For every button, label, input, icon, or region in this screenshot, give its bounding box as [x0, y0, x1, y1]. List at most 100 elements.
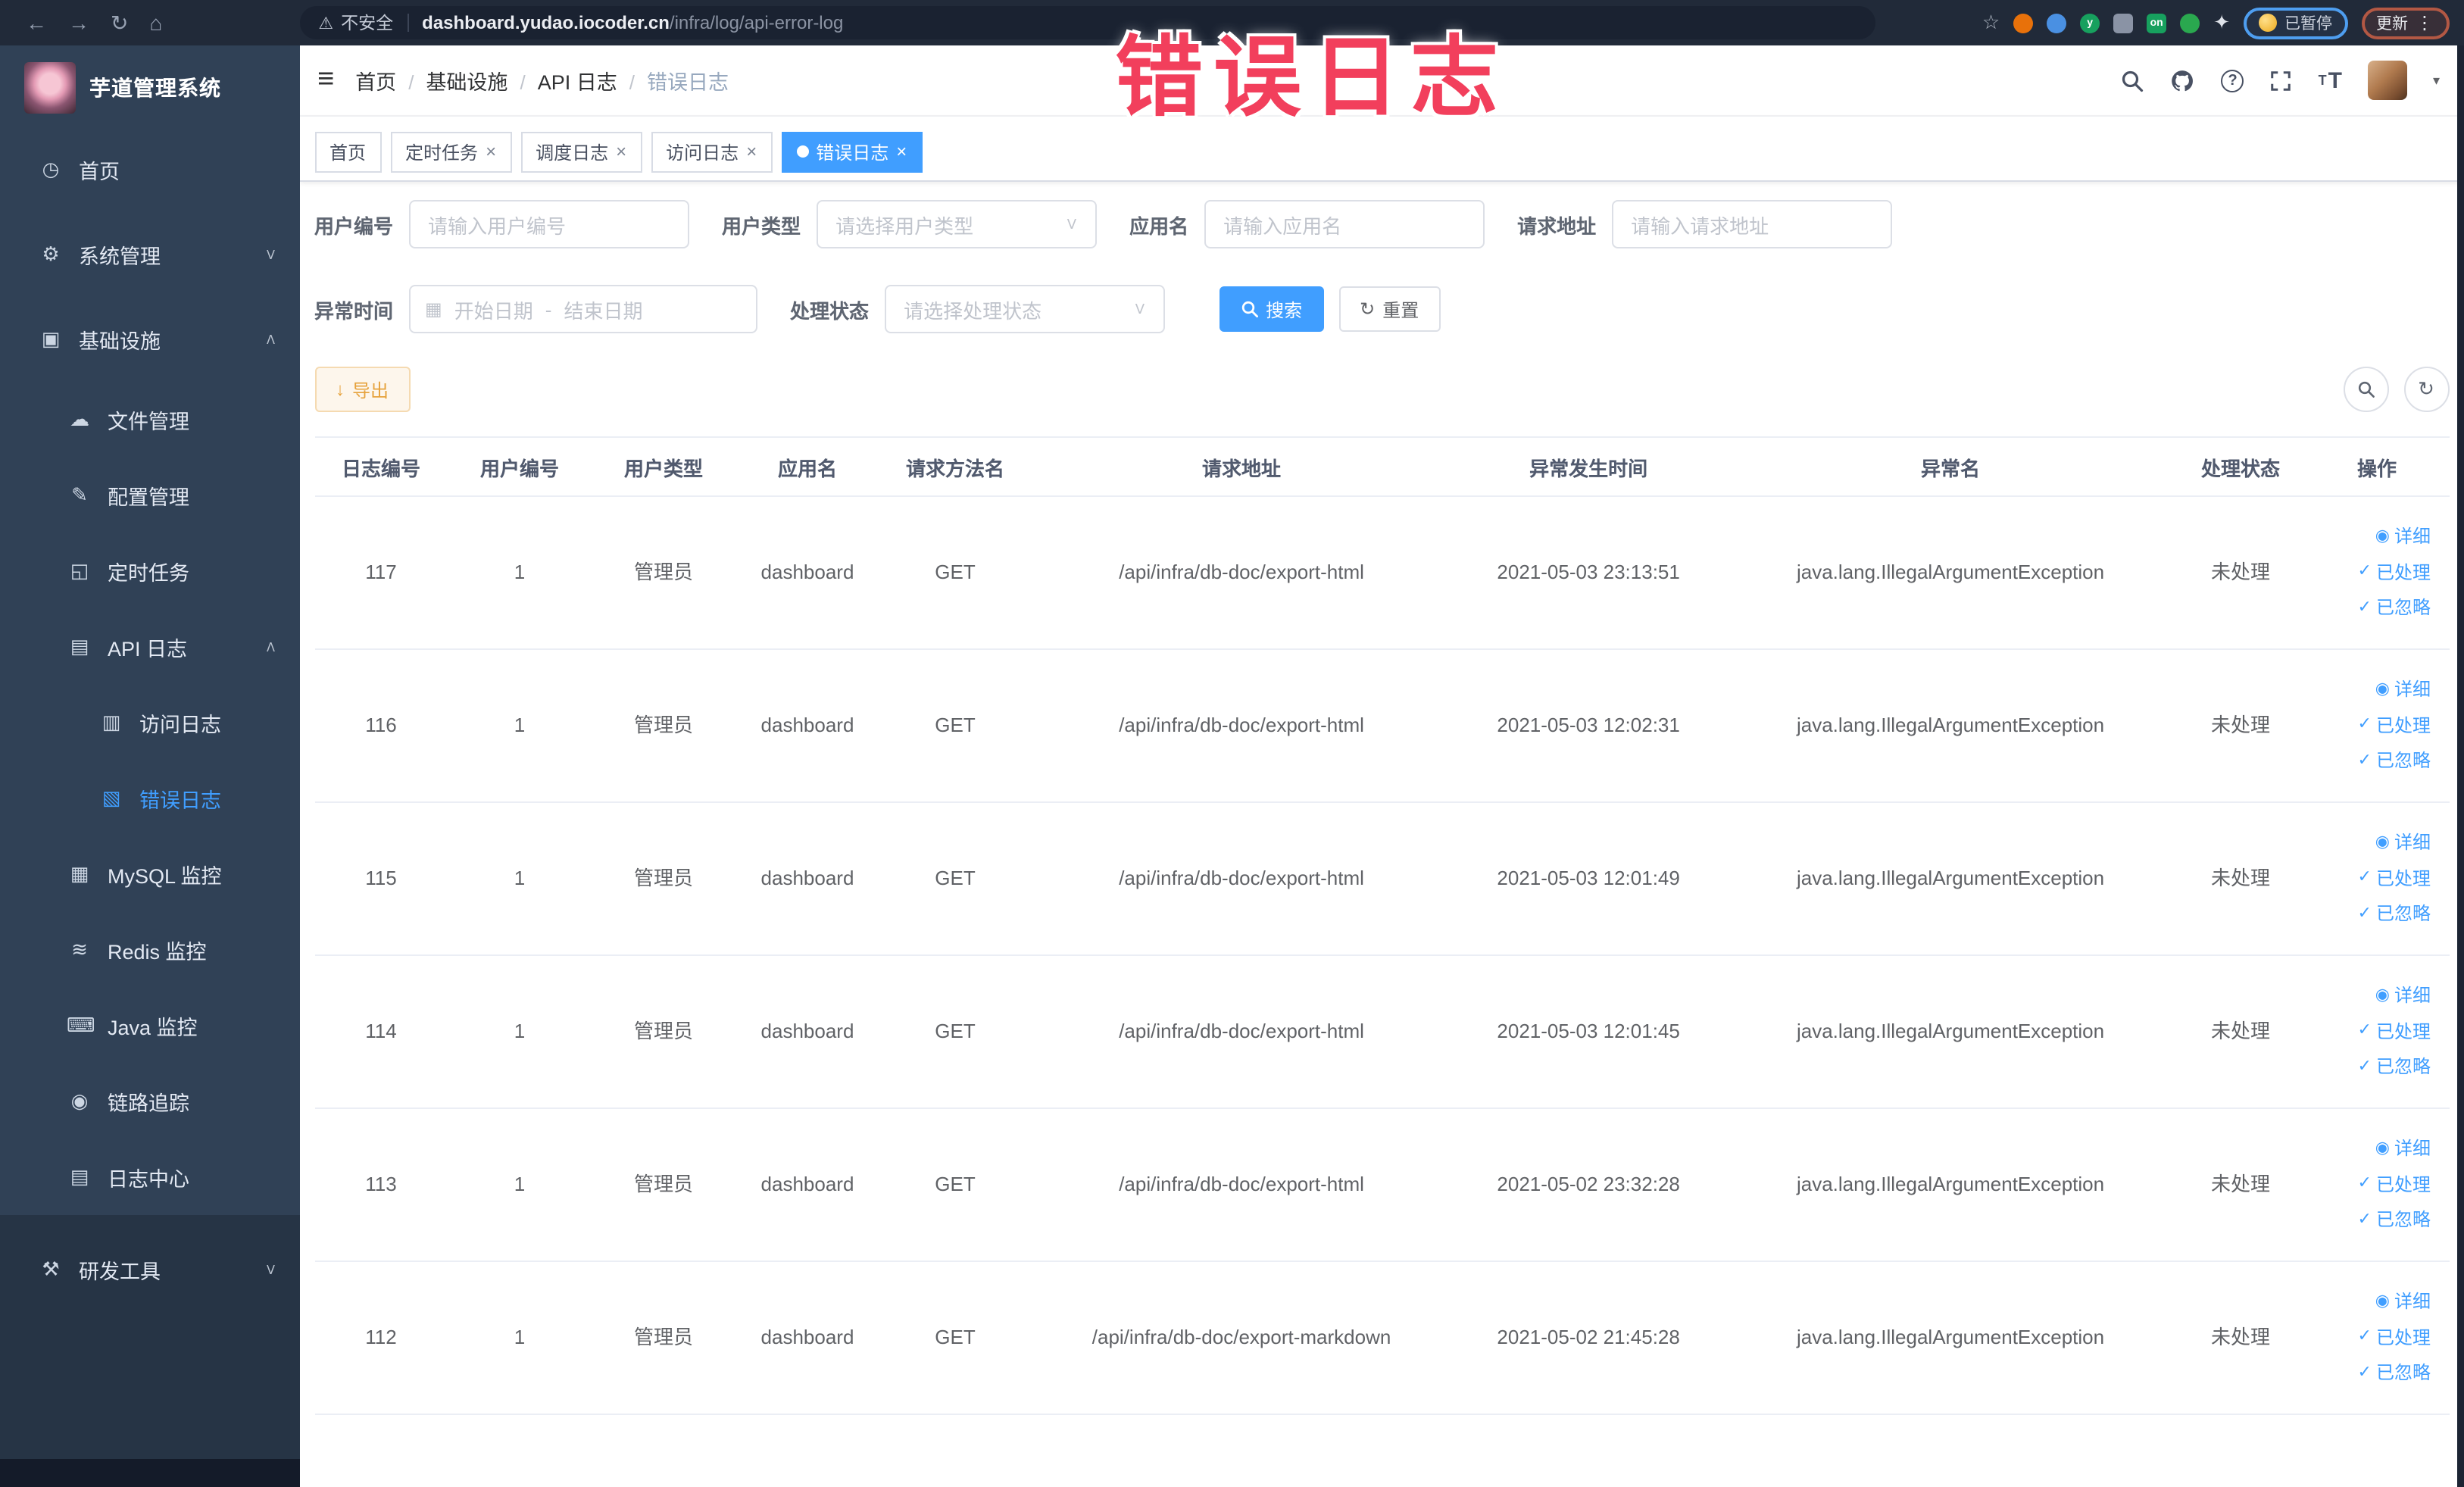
sidebar-logo[interactable]: 芋道管理系统 — [24, 58, 299, 118]
font-size-icon[interactable]: TT — [2319, 67, 2342, 93]
update-badge[interactable]: 更新 ⋮ — [2361, 7, 2449, 39]
detail-link[interactable]: ◉ 详细 — [2375, 524, 2431, 550]
paused-badge[interactable]: 已暂停 — [2244, 7, 2347, 39]
page-scrollbar[interactable] — [2457, 45, 2464, 1487]
detail-link[interactable]: ◉ 详细 — [2375, 1289, 2431, 1315]
search-icon[interactable] — [2122, 69, 2144, 92]
reload-icon[interactable]: ↻ — [111, 10, 128, 36]
sidebar-item[interactable]: ⚒ 研发工具 ᐯ — [0, 1230, 299, 1309]
back-icon[interactable]: ← — [26, 11, 47, 35]
processed-link[interactable]: ✓ 已处理 — [2358, 1172, 2431, 1198]
tab[interactable]: 错误日志 × — [781, 131, 923, 172]
tab[interactable]: 定时任务 × — [390, 131, 512, 172]
sidebar-item[interactable]: ▥ 访问日志 — [0, 685, 299, 761]
detail-link[interactable]: ◉ 详细 — [2375, 830, 2431, 856]
security-label[interactable]: 不安全 — [341, 11, 393, 35]
cell-user_id: 1 — [514, 1019, 526, 1042]
green-y-extension-icon[interactable]: y — [2080, 13, 2100, 33]
sidebar-item[interactable]: ▧ 错误日志 — [0, 761, 299, 836]
processed-link[interactable]: ✓ 已处理 — [2358, 713, 2431, 739]
ignored-link[interactable]: ✓ 已忽略 — [2358, 1208, 2431, 1234]
search-button[interactable]: 搜索 — [1219, 286, 1324, 332]
sidebar-item[interactable]: ◱ 定时任务 — [0, 533, 299, 609]
sidebar-item[interactable]: ⌨ Java 监控 — [0, 988, 299, 1064]
processed-link[interactable]: ✓ 已处理 — [2358, 1019, 2431, 1045]
sidebar-item[interactable]: ▤ API 日志 ᐱ — [0, 609, 299, 685]
kebab-menu-icon[interactable]: ⋮ — [2416, 12, 2434, 33]
toggle-search-button[interactable] — [2343, 367, 2388, 412]
sidebar-item-label: 配置管理 — [108, 486, 189, 509]
processed-link[interactable]: ✓ 已处理 — [2358, 560, 2431, 586]
sidebar-item[interactable]: ◷ 首页 — [0, 127, 299, 212]
close-icon[interactable]: × — [616, 141, 626, 162]
column-header-url: 请求地址 — [1202, 457, 1282, 480]
cell-log_id: 114 — [365, 1019, 397, 1042]
breadcrumb-item[interactable]: 首页 — [355, 70, 396, 93]
forward-icon[interactable]: → — [68, 11, 89, 35]
sidebar-item[interactable]: ▤ 日志中心 — [0, 1139, 299, 1215]
detail-link[interactable]: ◉ 详细 — [2375, 677, 2431, 703]
processed-link[interactable]: ✓ 已处理 — [2358, 866, 2431, 892]
ignored-link[interactable]: ✓ 已忽略 — [2358, 902, 2431, 928]
refresh-table-button[interactable]: ↻ — [2403, 367, 2449, 412]
breadcrumb-item[interactable]: API 日志 — [538, 70, 617, 93]
ignored-link[interactable]: ✓ 已忽略 — [2358, 1361, 2431, 1387]
sidebar-item[interactable]: ▣ 基础设施 ᐱ — [0, 297, 299, 382]
reset-button[interactable]: ↻ 重置 — [1338, 286, 1441, 332]
filter-field: 应用名 请输入应用名 — [1129, 200, 1485, 248]
ignored-link[interactable]: ✓ 已忽略 — [2358, 1055, 2431, 1081]
puzzle-extension-icon[interactable]: ✦ — [2213, 11, 2230, 35]
close-icon[interactable]: × — [486, 141, 496, 162]
sidebar-item[interactable]: ⚙ 系统管理 ᐯ — [0, 212, 299, 297]
ignored-link[interactable]: ✓ 已忽略 — [2358, 596, 2431, 622]
close-icon[interactable]: × — [746, 141, 757, 162]
user-avatar[interactable] — [2367, 61, 2407, 100]
tab[interactable]: 首页 — [314, 131, 382, 172]
table-row: 116 1 管理员 dashboard GET/api/infra/db-doc/exp… — [314, 650, 2449, 803]
processed-link[interactable]: ✓ 已处理 — [2358, 1325, 2431, 1351]
export-button[interactable]: ↓ 导出 — [314, 367, 411, 412]
detail-link[interactable]: ◉ 详细 — [2375, 983, 2431, 1009]
on-badge-extension-icon[interactable]: on — [2147, 13, 2167, 33]
user-type-select[interactable]: 请选择用户类型 ᐯ — [816, 200, 1097, 248]
cell-url: /api/infra/db-doc/export-html — [1119, 713, 1364, 736]
sidebar-item[interactable]: ✎ 配置管理 — [0, 458, 299, 533]
process-status-select[interactable]: 请选择处理状态 ᐯ — [884, 285, 1165, 333]
sidebar-item[interactable]: ◉ 链路追踪 — [0, 1064, 299, 1139]
github-icon[interactable] — [2170, 67, 2196, 93]
app-name-input[interactable]: 请输入应用名 — [1204, 200, 1485, 248]
close-icon[interactable]: × — [896, 141, 907, 162]
shield-extension-icon[interactable] — [2047, 13, 2067, 33]
column-header-actions: 操作 — [2356, 457, 2397, 480]
grid-extension-icon[interactable] — [2113, 13, 2134, 33]
sidebar-menu: ◷ 首页 ⚙ 系统管理 ᐯ ▣ 基础设施 ᐱ ☁ 文件管理 ✎ 配置管理 ◱ 定时任… — [0, 127, 299, 1309]
fullscreen-icon[interactable] — [2270, 69, 2293, 92]
check-icon: ✓ — [2357, 868, 2372, 887]
caret-down-icon[interactable]: ▾ — [2433, 72, 2440, 89]
sidebar-item-label: Java 监控 — [108, 1017, 198, 1039]
sidebar-item[interactable]: ▦ MySQL 监控 — [0, 836, 299, 912]
detail-link[interactable]: ◉ 详细 — [2375, 1136, 2431, 1162]
request-url-input[interactable]: 请输入请求地址 — [1611, 200, 1892, 248]
cell-url: /api/infra/db-doc/export-markdown — [1091, 1325, 1391, 1348]
browser-toolbar-right: ☆ y on ✦ 已暂停 更新 ⋮ — [1982, 7, 2449, 39]
gear-icon: ⚙ — [42, 242, 60, 265]
sidebar-item[interactable]: ☁ 文件管理 — [0, 382, 299, 458]
cell-actions: ◉ 详细 ✓ 已处理 ✓ 已忽略 — [2305, 830, 2449, 928]
ignored-link[interactable]: ✓ 已忽略 — [2358, 749, 2431, 775]
user-id-input[interactable]: 请输入用户编号 — [408, 200, 689, 248]
help-icon[interactable]: ? — [2221, 69, 2244, 92]
tab[interactable]: 访问日志 × — [651, 131, 773, 172]
cell-status: 未处理 — [2210, 1172, 2270, 1195]
leaf-extension-icon[interactable] — [2180, 13, 2200, 33]
bookmark-star-icon[interactable]: ☆ — [1982, 11, 2000, 35]
address-bar[interactable]: ⚠ 不安全 dashboard.yudao.iocoder.cn /infra/… — [300, 6, 1876, 39]
home-icon[interactable]: ⌂ — [149, 11, 162, 35]
sidebar-item[interactable]: ≋ Redis 监控 — [0, 912, 299, 988]
hamburger-icon[interactable]: ≡ — [317, 64, 334, 97]
breadcrumb-item[interactable]: 基础设施 — [426, 70, 507, 93]
table-body: 117 1 管理员 dashboard GET/api/infra/db-doc/exp… — [314, 497, 2449, 1415]
tab[interactable]: 调度日志 × — [520, 131, 642, 172]
exception-time-range-input[interactable]: ▦ 开始日期 - 结束日期 — [408, 285, 757, 333]
orange-extension-icon[interactable] — [2013, 13, 2034, 33]
